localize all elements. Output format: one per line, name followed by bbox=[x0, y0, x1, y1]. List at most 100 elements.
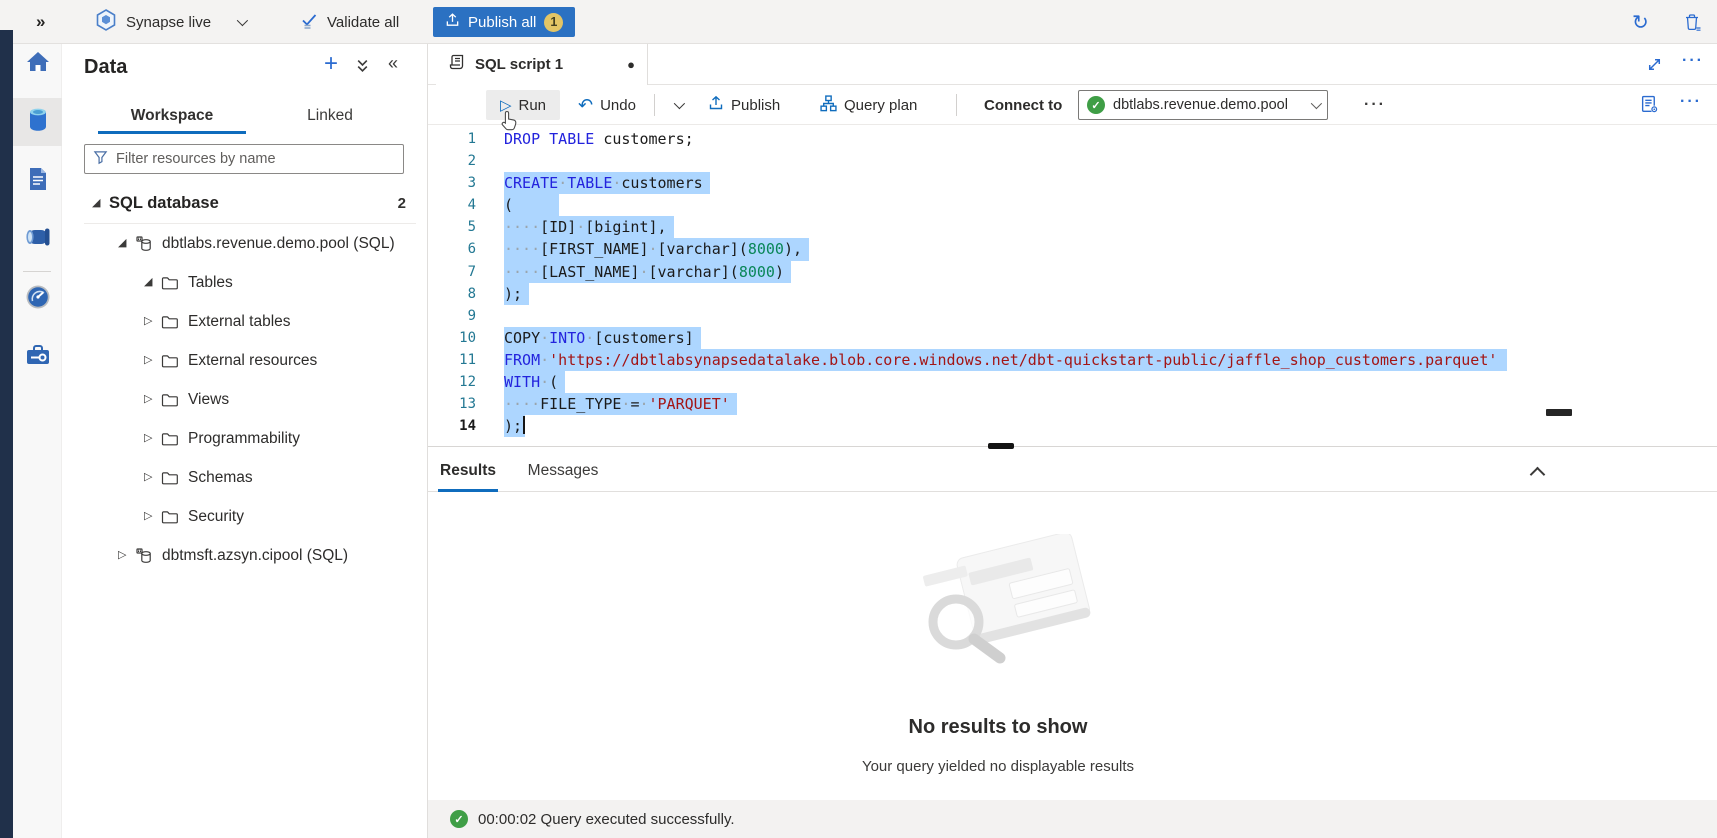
tree-item-external-resources[interactable]: ▷ External resources bbox=[62, 341, 426, 380]
discard-icon[interactable] bbox=[1684, 0, 1701, 44]
expand-arrow-icon[interactable]: ▷ bbox=[118, 550, 135, 561]
nav-item-home[interactable] bbox=[13, 44, 62, 84]
tree-item-label[interactable]: Views bbox=[188, 391, 229, 409]
sql-script-icon bbox=[448, 53, 466, 76]
add-resource-button[interactable]: + bbox=[324, 50, 338, 78]
code-line-6[interactable]: 6····[FIRST_NAME]·[varchar](8000), bbox=[428, 238, 1717, 260]
tree-item-programmability[interactable]: ▷ Programmability bbox=[62, 419, 426, 458]
tab-results[interactable]: Results bbox=[438, 450, 498, 492]
tree-item-views[interactable]: ▷ Views bbox=[62, 380, 426, 419]
token: ( bbox=[504, 196, 513, 214]
tree-item-security[interactable]: ▷ Security bbox=[62, 497, 426, 536]
code-line-2[interactable]: 2 bbox=[428, 150, 1717, 172]
token: INTO bbox=[549, 329, 585, 347]
token: ···· bbox=[504, 263, 540, 281]
tree-item-label[interactable]: dbtmsft.azsyn.cipool (SQL) bbox=[162, 547, 348, 565]
expand-arrow-icon[interactable]: ▷ bbox=[144, 472, 161, 483]
properties-icon[interactable] bbox=[1640, 95, 1659, 119]
code-line-11[interactable]: 11FROM·'https://dbtlabsynapsedatalake.bl… bbox=[428, 349, 1717, 371]
nav-item-monitor[interactable] bbox=[13, 275, 62, 323]
code-line-3[interactable]: 3CREATE·TABLE·customers bbox=[428, 172, 1717, 194]
code-line-12[interactable]: 12WITH·( bbox=[428, 371, 1717, 393]
code-line-9[interactable]: 9 bbox=[428, 305, 1717, 327]
tab-sql-script-1[interactable]: SQL script 1 ● bbox=[436, 44, 648, 85]
filter-input[interactable] bbox=[116, 151, 395, 167]
expand-editor-icon[interactable] bbox=[1646, 56, 1663, 78]
sql-code-editor[interactable]: 1DROP TABLE customers;23CREATE·TABLE·cus… bbox=[428, 125, 1717, 446]
code-line-5[interactable]: 5····[ID]·[bigint], bbox=[428, 216, 1717, 238]
expand-arrow-icon[interactable]: ▷ bbox=[144, 394, 161, 405]
tree-item-label[interactable]: External resources bbox=[188, 352, 317, 370]
token: FILE_TYPE bbox=[540, 395, 621, 413]
tab-linked[interactable]: Linked bbox=[274, 98, 386, 134]
connect-to-dropdown[interactable]: ✓ dbtlabs.revenue.demo.pool bbox=[1078, 90, 1328, 120]
tree-item-label[interactable]: External tables bbox=[188, 313, 291, 331]
code-text: FROM·'https://dbtlabsynapsedatalake.blob… bbox=[504, 349, 1507, 371]
token: ) bbox=[775, 263, 784, 281]
collapse-results-icon[interactable] bbox=[1532, 467, 1543, 485]
scrollbar-thumb[interactable] bbox=[1546, 409, 1572, 416]
collapse-arrow-icon[interactable]: ◢ bbox=[92, 198, 109, 209]
refresh-icon[interactable]: ↻ bbox=[1632, 0, 1649, 44]
chevron-down-icon bbox=[674, 98, 685, 109]
tree-item-label[interactable]: Tables bbox=[188, 274, 233, 292]
nav-item-integrate[interactable] bbox=[13, 215, 62, 263]
toolbar-more-icon[interactable]: ··· bbox=[1364, 85, 1386, 125]
run-button[interactable]: ▷ Run bbox=[486, 90, 560, 120]
code-line-10[interactable]: 10COPY·INTO·[customers] bbox=[428, 327, 1717, 349]
tab-messages[interactable]: Messages bbox=[524, 450, 602, 492]
tree-item-sql-database[interactable]: ◢SQL database2 bbox=[62, 184, 426, 223]
token: ), bbox=[784, 240, 802, 258]
code-lines: 1DROP TABLE customers;23CREATE·TABLE·cus… bbox=[428, 128, 1717, 437]
expand-arrow-icon[interactable]: ▷ bbox=[144, 316, 161, 327]
run-options-chevron[interactable] bbox=[674, 85, 682, 125]
code-line-14[interactable]: 14); bbox=[428, 415, 1717, 437]
validate-all-button[interactable]: Validate all bbox=[300, 0, 399, 44]
editor-more-icon[interactable]: ··· bbox=[1680, 93, 1702, 111]
nav-item-develop[interactable] bbox=[13, 157, 62, 205]
line-number: 12 bbox=[428, 371, 476, 393]
tab-strip-more-icon[interactable]: ··· bbox=[1682, 52, 1704, 70]
run-label: Run bbox=[519, 97, 547, 114]
collapse-panel-icon[interactable]: « bbox=[388, 53, 398, 74]
tree-item-tables[interactable]: ◢ Tables bbox=[62, 263, 426, 302]
code-line-1[interactable]: 1DROP TABLE customers; bbox=[428, 128, 1717, 150]
top-command-bar: » Synapse live Validate all Publish all … bbox=[0, 0, 1717, 44]
publish-button[interactable]: Publish bbox=[708, 85, 780, 125]
synapse-live-selector[interactable]: Synapse live bbox=[96, 0, 245, 44]
collapse-all-icon[interactable] bbox=[356, 59, 369, 78]
expand-arrow-icon[interactable]: ▷ bbox=[144, 433, 161, 444]
tree-item-label[interactable]: SQL database bbox=[109, 194, 219, 213]
expand-menu-icon[interactable]: » bbox=[36, 0, 45, 44]
token: · bbox=[540, 373, 549, 391]
nav-item-manage[interactable] bbox=[13, 333, 62, 381]
tab-workspace[interactable]: Workspace bbox=[98, 98, 246, 134]
token: TABLE bbox=[567, 174, 612, 192]
query-status-bar: ✓ 00:00:02 Query executed successfully. bbox=[428, 800, 1717, 838]
tree-item-external-tables[interactable]: ▷ External tables bbox=[62, 302, 426, 341]
line-number: 7 bbox=[428, 261, 476, 283]
folder-icon bbox=[161, 432, 188, 446]
collapse-arrow-icon[interactable]: ◢ bbox=[144, 277, 161, 288]
nav-item-data[interactable] bbox=[13, 98, 62, 146]
tree-item-label[interactable]: Schemas bbox=[188, 469, 253, 487]
code-line-7[interactable]: 7····[LAST_NAME]·[varchar](8000) bbox=[428, 261, 1717, 283]
code-line-4[interactable]: 4( bbox=[428, 194, 1717, 216]
publish-all-button[interactable]: Publish all 1 bbox=[433, 7, 575, 37]
code-line-13[interactable]: 13····FILE_TYPE·=·'PARQUET' bbox=[428, 393, 1717, 415]
tree-item-label[interactable]: Security bbox=[188, 508, 244, 526]
tree-item-label[interactable]: Programmability bbox=[188, 430, 300, 448]
tree-item-dbtmsft-azsyn-cipool-sql[interactable]: ▷ dbtmsft.azsyn.cipool (SQL) bbox=[62, 536, 426, 575]
code-line-8[interactable]: 8); bbox=[428, 283, 1717, 305]
query-plan-button[interactable]: Query plan bbox=[820, 85, 917, 125]
undo-button[interactable]: ↶ Undo bbox=[578, 85, 636, 125]
expand-arrow-icon[interactable]: ▷ bbox=[144, 355, 161, 366]
line-number: 5 bbox=[428, 216, 476, 238]
text-cursor bbox=[523, 416, 525, 434]
expand-arrow-icon[interactable]: ▷ bbox=[144, 511, 161, 522]
tree-item-schemas[interactable]: ▷ Schemas bbox=[62, 458, 426, 497]
tree-item-label[interactable]: dbtlabs.revenue.demo.pool (SQL) bbox=[162, 235, 395, 253]
tree-item-dbtlabs-revenue-demo-pool-sql[interactable]: ◢ dbtlabs.revenue.demo.pool (SQL) bbox=[62, 224, 426, 263]
collapse-arrow-icon[interactable]: ◢ bbox=[118, 238, 135, 249]
splitter-drag-handle[interactable] bbox=[988, 443, 1014, 449]
